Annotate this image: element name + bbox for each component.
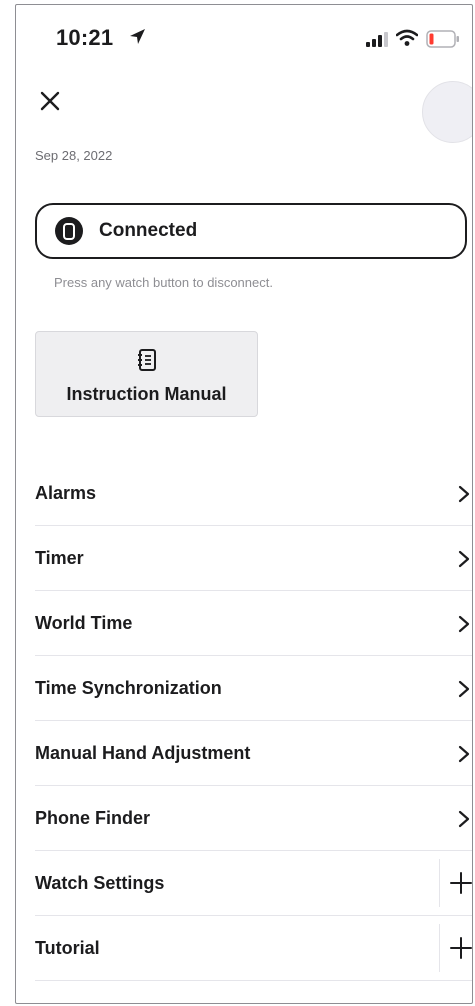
menu-item-label: Tutorial xyxy=(35,938,100,958)
instruction-manual-label: Instruction Manual xyxy=(66,384,227,404)
menu-item-alarms[interactable]: Alarms xyxy=(35,461,472,526)
cellular-signal-icon xyxy=(366,32,388,47)
wifi-icon xyxy=(396,29,418,46)
date-label: Sep 28, 2022 xyxy=(35,148,113,163)
settings-menu: Alarms Timer World Time Time Synchroniza… xyxy=(35,461,472,981)
menu-item-time-synchronization[interactable]: Time Synchronization xyxy=(35,656,472,721)
menu-item-label: World Time xyxy=(35,613,133,633)
avatar xyxy=(422,81,472,143)
chevron-right-icon xyxy=(458,810,470,828)
plus-icon xyxy=(450,872,472,894)
location-arrow-icon xyxy=(130,29,145,44)
connection-status-label: Connected xyxy=(99,220,198,241)
chevron-right-icon xyxy=(458,680,470,698)
status-bar: 10:21 xyxy=(16,5,472,67)
chevron-right-icon xyxy=(458,615,470,633)
disconnect-hint: Press any watch button to disconnect. xyxy=(54,275,273,290)
menu-item-label: Time Synchronization xyxy=(35,678,222,698)
menu-item-phone-finder[interactable]: Phone Finder xyxy=(35,786,472,851)
watch-icon xyxy=(55,217,83,245)
divider xyxy=(439,859,440,907)
status-time: 10:21 xyxy=(56,25,114,50)
battery-low-icon xyxy=(426,30,459,48)
menu-item-label: Phone Finder xyxy=(35,808,151,828)
instruction-manual-button[interactable]: Instruction Manual xyxy=(35,331,258,417)
close-icon[interactable] xyxy=(36,87,64,115)
menu-item-world-time[interactable]: World Time xyxy=(35,591,472,656)
notebook-icon xyxy=(138,349,156,371)
chevron-right-icon xyxy=(458,485,470,503)
menu-item-label: Watch Settings xyxy=(35,873,165,893)
app-screen: 10:21 Sep 28, 2022 Connected Press any w… xyxy=(15,4,473,1004)
divider xyxy=(439,924,440,972)
plus-icon xyxy=(450,937,472,959)
menu-item-label: Manual Hand Adjustment xyxy=(35,743,251,763)
menu-item-label: Alarms xyxy=(35,483,97,503)
chevron-right-icon xyxy=(458,550,470,568)
connection-status-button[interactable]: Connected xyxy=(35,203,467,259)
menu-item-label: Timer xyxy=(35,548,84,568)
menu-item-tutorial[interactable]: Tutorial xyxy=(35,916,472,981)
menu-item-timer[interactable]: Timer xyxy=(35,526,472,591)
menu-item-watch-settings[interactable]: Watch Settings xyxy=(35,851,472,916)
menu-item-manual-hand-adjustment[interactable]: Manual Hand Adjustment xyxy=(35,721,472,786)
chevron-right-icon xyxy=(458,745,470,763)
